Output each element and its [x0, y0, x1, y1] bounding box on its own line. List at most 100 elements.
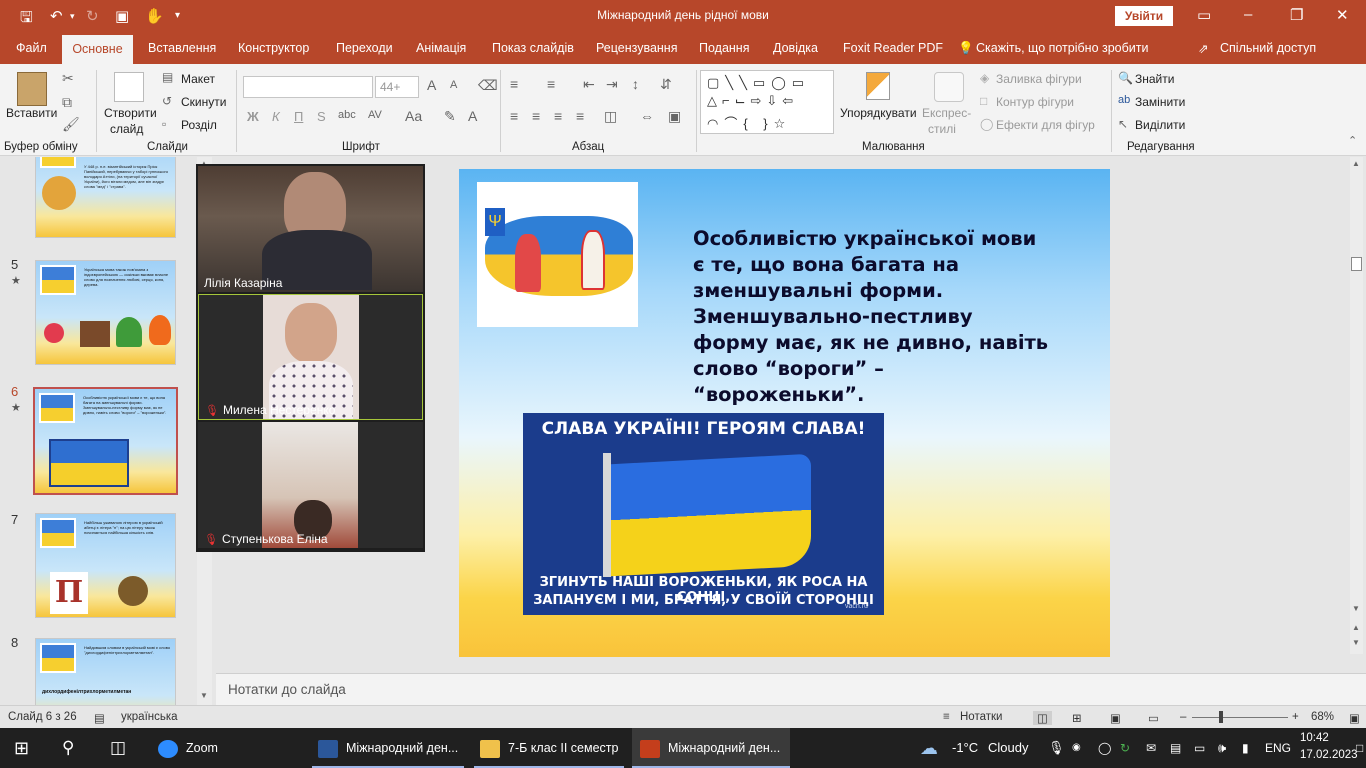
- taskbar-explorer[interactable]: 7-Б клас ІІ семестр: [480, 728, 618, 768]
- clock-date[interactable]: 17.02.2023: [1300, 749, 1358, 761]
- select-button[interactable]: Виділити: [1135, 118, 1185, 132]
- fit-to-window-icon[interactable]: ▣: [1349, 711, 1360, 725]
- weather-description[interactable]: Cloudy: [988, 728, 1028, 768]
- taskbar-word[interactable]: Міжнародний ден...: [318, 728, 458, 768]
- columns-icon[interactable]: ◫: [604, 108, 617, 125]
- replace-button[interactable]: Замінити: [1135, 95, 1185, 109]
- arrange-button[interactable]: Упорядкувати: [840, 106, 917, 120]
- shapes-gallery[interactable]: ▢╲╲▭◯▭ △⌐⌙⇨⇩⇦ ◠⌒{ }☆: [700, 70, 834, 134]
- notes-pane[interactable]: Нотатки до слайда: [216, 673, 1366, 705]
- font-size-combo[interactable]: 44+: [375, 76, 419, 98]
- section-button[interactable]: Розділ: [181, 118, 217, 132]
- quick-styles-label[interactable]: стилі: [928, 122, 956, 136]
- slide-canvas[interactable]: Ψ Особливістю української мови є те, що …: [459, 169, 1110, 657]
- quick-styles-button[interactable]: Експрес-: [922, 106, 971, 120]
- tab-insert[interactable]: Вставлення: [148, 41, 216, 55]
- zoom-video-panel[interactable]: Лілія Казаріна 🎙 Милена Нестеренко 🎙 Ступе…: [196, 164, 425, 552]
- strikethrough-icon[interactable]: abc: [338, 109, 356, 121]
- smartart-icon[interactable]: ▣: [668, 108, 681, 125]
- display-icon[interactable]: ▭: [1194, 728, 1205, 768]
- scroll-up-icon[interactable]: ▲: [1352, 159, 1360, 168]
- slide-scrollbar[interactable]: ▲ ▼ ▲ ▼: [1350, 157, 1363, 654]
- bullets-icon[interactable]: ≡: [510, 76, 518, 92]
- sync-tray-icon[interactable]: ↻: [1120, 728, 1130, 768]
- italic-button[interactable]: К: [272, 109, 280, 124]
- taskbar-zoom[interactable]: Zoom: [158, 728, 218, 768]
- microphone-icon[interactable]: 🎙: [1048, 728, 1065, 768]
- reset-button[interactable]: Скинути: [181, 95, 226, 109]
- next-slide-icon[interactable]: ▼: [1352, 638, 1360, 647]
- tell-me-search[interactable]: Скажіть, що потрібно зробити: [976, 41, 1149, 55]
- glory-to-ukraine-image[interactable]: СЛАВА УКРАЇНІ! ГЕРОЯМ СЛАВА! ЗГИНУТЬ НАШ…: [523, 413, 884, 615]
- find-button[interactable]: Знайти: [1135, 72, 1174, 86]
- slide-sorter-icon[interactable]: ⊞: [1072, 711, 1082, 725]
- video-tile[interactable]: Лілія Казаріна: [198, 166, 423, 292]
- new-slide-label[interactable]: слайд: [110, 122, 143, 136]
- taskbar-powerpoint[interactable]: Міжнародний ден...: [632, 728, 790, 768]
- zoom-out-icon[interactable]: –: [1180, 711, 1186, 723]
- video-tile-active-speaker[interactable]: 🎙 Милена Нестеренко: [198, 294, 423, 420]
- language-indicator[interactable]: українська: [121, 711, 178, 723]
- format-painter-icon[interactable]: 🖌: [62, 116, 80, 133]
- new-slide-button[interactable]: Створити: [104, 106, 157, 120]
- tab-view[interactable]: Подання: [699, 41, 749, 55]
- slide-thumbnail[interactable]: Українська мова також пов'язана з індоєв…: [35, 260, 176, 365]
- new-slide-icon[interactable]: [114, 72, 144, 102]
- tab-home[interactable]: Основне: [62, 35, 133, 64]
- chat-tray-icon[interactable]: ✉: [1146, 728, 1156, 768]
- slide-thumbnail[interactable]: У 448 р. н.е. візантійський історик Пріс…: [35, 157, 176, 238]
- tab-help[interactable]: Довідка: [773, 41, 818, 55]
- battery-icon[interactable]: ▮: [1242, 728, 1249, 768]
- align-text-icon[interactable]: ⇔: [640, 108, 654, 124]
- notes-placeholder[interactable]: Нотатки до слайда: [228, 682, 346, 697]
- tab-design[interactable]: Конструктор: [238, 41, 309, 55]
- highlight-icon[interactable]: ✎: [444, 108, 456, 125]
- layout-button[interactable]: Макет: [181, 72, 215, 86]
- previous-slide-icon[interactable]: ▲: [1352, 623, 1360, 632]
- tab-review[interactable]: Рецензування: [596, 41, 677, 55]
- line-spacing-icon[interactable]: ↕: [632, 76, 639, 92]
- arrange-icon[interactable]: [866, 72, 890, 100]
- slide-thumbnail[interactable]: Найдовшим словом в українській мові є сл…: [35, 638, 176, 705]
- minimize-icon[interactable]: –: [1244, 6, 1252, 23]
- font-color-icon[interactable]: A: [468, 108, 477, 124]
- increase-font-icon[interactable]: A: [427, 77, 436, 93]
- shape-fill-button[interactable]: Заливка фігури: [996, 72, 1082, 86]
- task-view-icon[interactable]: ◫: [110, 728, 126, 768]
- edge-tray-icon[interactable]: ◯: [1098, 728, 1111, 768]
- search-icon[interactable]: ⚲: [62, 728, 74, 768]
- restore-icon[interactable]: ❐: [1290, 6, 1303, 24]
- normal-view-icon[interactable]: ◫: [1033, 711, 1052, 725]
- weather-temperature[interactable]: -1°C: [952, 728, 978, 768]
- volume-icon[interactable]: 🕪: [1218, 728, 1226, 768]
- windows-start-icon[interactable]: ⊞: [14, 728, 29, 768]
- close-icon[interactable]: ✕: [1336, 6, 1349, 24]
- paste-icon[interactable]: [17, 72, 47, 106]
- paste-button[interactable]: Вставити: [6, 106, 57, 120]
- cloud-icon[interactable]: ☁: [920, 728, 938, 768]
- shape-outline-button[interactable]: Контур фігури: [996, 95, 1074, 109]
- share-button[interactable]: Спільний доступ: [1220, 41, 1316, 55]
- notifications-icon[interactable]: □: [1356, 728, 1363, 768]
- slide-thumbnail-selected[interactable]: Особливістю української мови є те, що во…: [33, 387, 178, 495]
- notes-button[interactable]: Нотатки: [960, 711, 1002, 723]
- decrease-indent-icon[interactable]: ⇤: [583, 76, 595, 93]
- quick-styles-icon[interactable]: [934, 72, 964, 102]
- slide-body-text[interactable]: Особливістю української мови є те, що во…: [693, 226, 1053, 408]
- numbering-icon[interactable]: ≡: [547, 76, 555, 92]
- zoom-tray-icon[interactable]: ◉: [1072, 728, 1081, 768]
- spellcheck-icon[interactable]: ▤: [94, 711, 105, 725]
- slide-thumbnail[interactable]: Найбільш уживаною літерою в українській …: [35, 513, 176, 618]
- tab-animation[interactable]: Анімація: [416, 41, 466, 55]
- input-language[interactable]: ENG: [1265, 728, 1291, 768]
- shape-effects-button[interactable]: Ефекти для фігур: [996, 118, 1095, 132]
- scroll-thumb[interactable]: [1351, 257, 1362, 271]
- reading-view-icon[interactable]: ▣: [1110, 711, 1121, 725]
- text-direction-icon[interactable]: ⇵: [660, 76, 672, 93]
- shadow-button[interactable]: S: [317, 109, 326, 124]
- align-left-icon[interactable]: ≡: [510, 108, 518, 124]
- slideshow-view-icon[interactable]: ▭: [1148, 711, 1159, 725]
- change-case-icon[interactable]: Aa: [405, 108, 422, 124]
- slide-thumbnails-panel[interactable]: У 448 р. н.е. візантійський історик Пріс…: [0, 157, 197, 705]
- underline-button[interactable]: П: [294, 109, 303, 124]
